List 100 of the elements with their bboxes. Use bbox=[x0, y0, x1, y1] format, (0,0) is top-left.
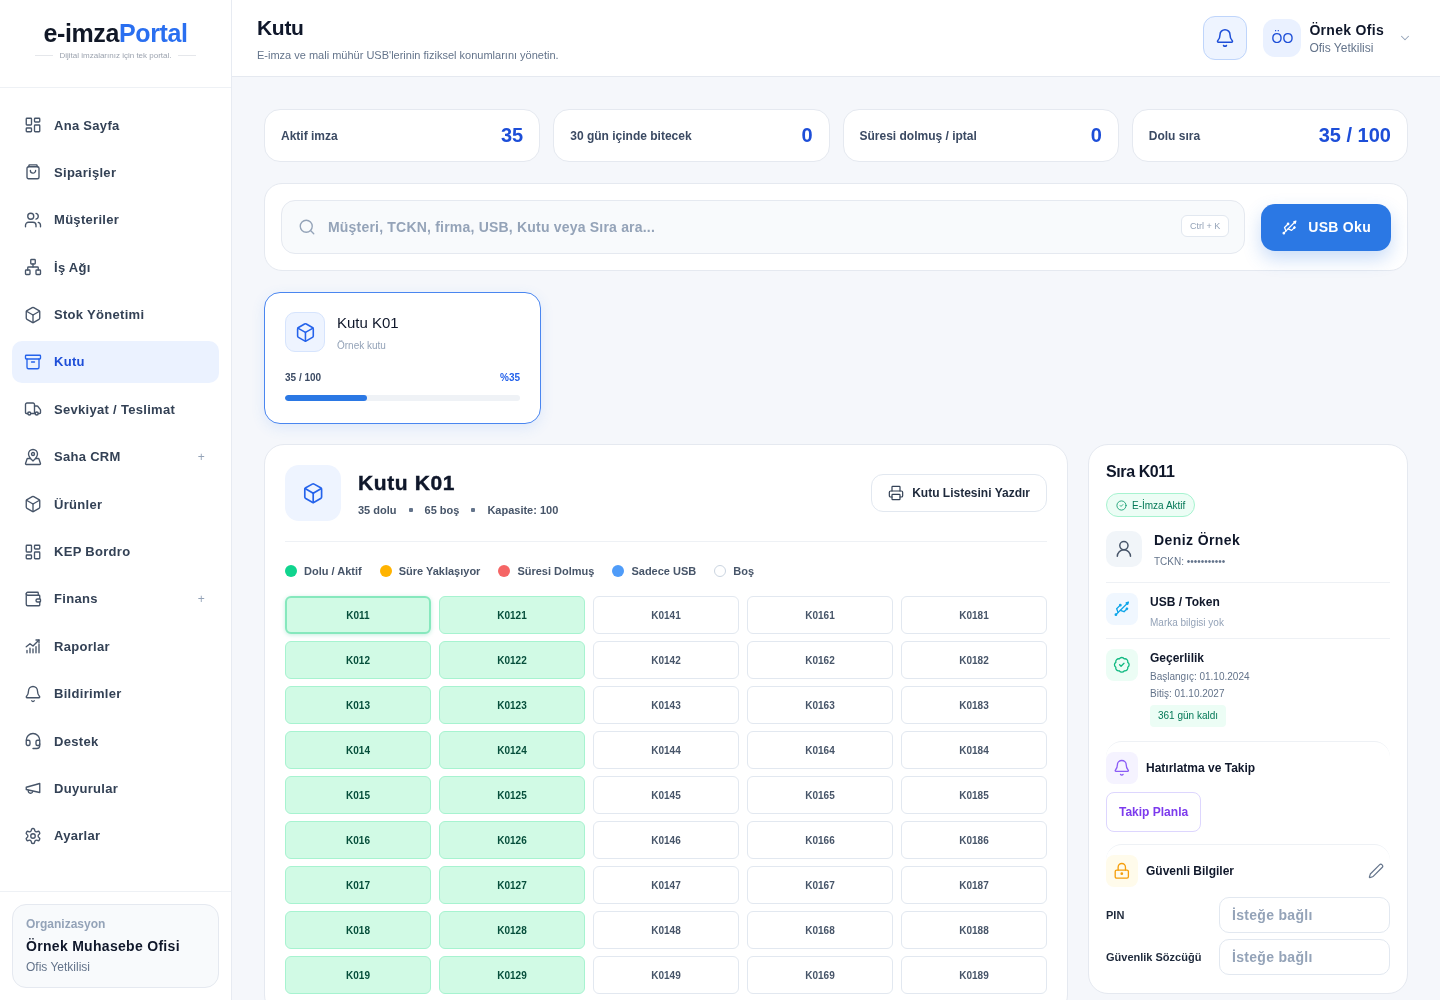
slot-button[interactable]: K0149 bbox=[593, 956, 739, 994]
person-name: Deniz Örnek bbox=[1154, 531, 1241, 548]
schedule-button[interactable]: Takip Planla bbox=[1106, 792, 1202, 832]
slot-button[interactable]: K0141 bbox=[593, 596, 739, 634]
section-title: Geçerlilik bbox=[1150, 651, 1206, 665]
slot-button[interactable]: K0189 bbox=[901, 956, 1047, 994]
nav-item[interactable]: Ürünler bbox=[12, 483, 219, 526]
nav-item[interactable]: Stok Yönetimi bbox=[12, 293, 219, 336]
slot-button[interactable]: K0144 bbox=[593, 731, 739, 769]
sitemap-icon bbox=[24, 258, 42, 277]
slot-button[interactable]: K0184 bbox=[901, 731, 1047, 769]
section-note: Marka bilgisi yok bbox=[1150, 617, 1224, 628]
box-name: Kutu K01 bbox=[337, 313, 399, 331]
start-date: Başlangıç: 01.10.2024 bbox=[1150, 671, 1250, 682]
slot-button[interactable]: K0169 bbox=[747, 956, 893, 994]
bell-icon bbox=[24, 684, 42, 703]
slot-button[interactable]: K016 bbox=[285, 821, 431, 859]
slot-button[interactable]: K0167 bbox=[747, 866, 893, 904]
stat-value: 35 bbox=[501, 124, 524, 147]
slot-button[interactable]: K0162 bbox=[747, 641, 893, 679]
nav-item[interactable]: KEP Bordro bbox=[12, 530, 219, 573]
slot-button[interactable]: K0161 bbox=[747, 596, 893, 634]
nav-item[interactable]: İş Ağı bbox=[12, 246, 219, 289]
slot-button[interactable]: K0124 bbox=[439, 731, 585, 769]
org-name: Örnek Muhasebe Ofisi bbox=[26, 938, 181, 954]
slot-button[interactable]: K018 bbox=[285, 911, 431, 949]
slot-button[interactable]: K0182 bbox=[901, 641, 1047, 679]
nav-item[interactable]: Finans + bbox=[12, 577, 219, 620]
days-remaining: 361 gün kaldı bbox=[1150, 705, 1227, 727]
nav-item[interactable]: Destek bbox=[12, 720, 219, 763]
text-input[interactable]: İsteğe bağlı bbox=[1219, 939, 1390, 975]
lock-icon bbox=[1106, 855, 1138, 887]
field-label: PIN bbox=[1106, 909, 1126, 921]
slot-button[interactable]: K017 bbox=[285, 866, 431, 904]
slot-button[interactable]: K0163 bbox=[747, 686, 893, 724]
slot-button[interactable]: K0164 bbox=[747, 731, 893, 769]
slot-button[interactable]: K0146 bbox=[593, 821, 739, 859]
nav-item[interactable]: Ayarlar bbox=[12, 814, 219, 857]
slot-button[interactable]: K011 bbox=[285, 596, 431, 634]
slot-button[interactable]: K0142 bbox=[593, 641, 739, 679]
slot-button[interactable]: K0129 bbox=[439, 956, 585, 994]
truck-icon bbox=[24, 400, 42, 419]
legend-label: Süre Yaklaşıyor bbox=[398, 565, 481, 577]
slot-button[interactable]: K013 bbox=[285, 686, 431, 724]
slot-button[interactable]: K0125 bbox=[439, 776, 585, 814]
box-card[interactable]: Kutu K01 Örnek kutu 35 / 100 %35 bbox=[264, 292, 541, 424]
slot-button[interactable]: K0123 bbox=[439, 686, 585, 724]
stat-value: 0 bbox=[1090, 124, 1102, 147]
slot-button[interactable]: K0127 bbox=[439, 866, 585, 904]
user-avatar[interactable]: ÖO bbox=[1263, 19, 1302, 57]
nav-item[interactable]: Kutu bbox=[12, 340, 219, 383]
headset-icon bbox=[24, 732, 42, 751]
slot-button[interactable]: K014 bbox=[285, 731, 431, 769]
nav-item[interactable]: Duyurular bbox=[12, 767, 219, 810]
page-subtitle: E-imza ve mali mühür USB'lerinin fiziksel konumlarını yönetin. bbox=[257, 48, 559, 61]
grid-icon bbox=[24, 116, 42, 134]
page-title: Kutu bbox=[257, 15, 305, 40]
slot-button[interactable]: K0126 bbox=[439, 821, 585, 859]
slot-button[interactable]: K0183 bbox=[901, 686, 1047, 724]
user-name: Örnek Ofis bbox=[1309, 21, 1384, 38]
nav-item[interactable]: Siparişler bbox=[12, 151, 219, 194]
slot-button[interactable]: K0128 bbox=[439, 911, 585, 949]
panel-title: Kutu K01 bbox=[358, 470, 456, 495]
slot-button[interactable]: K0148 bbox=[593, 911, 739, 949]
pencil-icon[interactable] bbox=[1368, 863, 1384, 879]
slot-button[interactable]: K0185 bbox=[901, 776, 1047, 814]
nav-item[interactable]: Sevkiyat / Teslimat bbox=[12, 388, 219, 431]
nav-item[interactable]: Ana Sayfa bbox=[12, 104, 219, 146]
nav-item[interactable]: Raporlar bbox=[12, 625, 219, 668]
text-input[interactable]: İsteğe bağlı bbox=[1219, 897, 1390, 933]
slot-button[interactable]: K0122 bbox=[439, 641, 585, 679]
slot-button[interactable]: K0121 bbox=[439, 596, 585, 634]
slot-button[interactable]: K0168 bbox=[747, 911, 893, 949]
bell-icon bbox=[1215, 28, 1236, 48]
usb-read-button[interactable]: USB Oku bbox=[1261, 203, 1391, 251]
stat-label: 30 gün içinde bitecek bbox=[570, 128, 692, 143]
box-description: Örnek kutu bbox=[337, 339, 387, 351]
section-title: Güvenli Bilgiler bbox=[1146, 864, 1235, 878]
slot-button[interactable]: K015 bbox=[285, 776, 431, 814]
usb-icon bbox=[1281, 218, 1299, 236]
slot-button[interactable]: K0186 bbox=[901, 821, 1047, 859]
slot-button[interactable]: K0165 bbox=[747, 776, 893, 814]
slot-button[interactable]: K0147 bbox=[593, 866, 739, 904]
nav-item[interactable]: Müşteriler bbox=[12, 198, 219, 241]
slot-button[interactable]: K0188 bbox=[901, 911, 1047, 949]
slot-button[interactable]: K0166 bbox=[747, 821, 893, 859]
print-button[interactable]: Kutu Listesini Yazdır bbox=[871, 474, 1047, 512]
nav-item[interactable]: Bildirimler bbox=[12, 672, 219, 715]
package-icon bbox=[24, 305, 42, 324]
slot-button[interactable]: K019 bbox=[285, 956, 431, 994]
slot-button[interactable]: K0143 bbox=[593, 686, 739, 724]
slot-button[interactable]: K0181 bbox=[901, 596, 1047, 634]
slot-button[interactable]: K012 bbox=[285, 641, 431, 679]
notifications-button[interactable] bbox=[1203, 16, 1248, 60]
slot-button[interactable]: K0187 bbox=[901, 866, 1047, 904]
field-label: Güvenlik Sözcüğü bbox=[1106, 951, 1203, 963]
slot-button[interactable]: K0145 bbox=[593, 776, 739, 814]
nav-item[interactable]: Saha CRM + bbox=[12, 435, 219, 478]
usb-icon bbox=[1106, 593, 1138, 625]
org-caption: Organizasyon bbox=[26, 917, 107, 931]
